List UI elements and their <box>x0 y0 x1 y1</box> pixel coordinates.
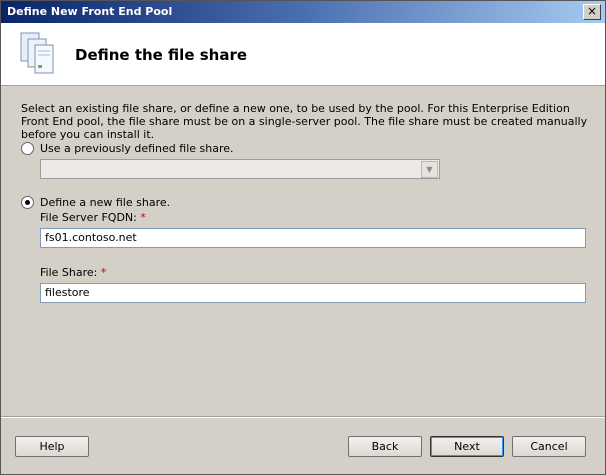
wizard-header: Define the file share <box>1 23 605 86</box>
intro-text: Select an existing file share, or define… <box>21 102 588 141</box>
close-button[interactable]: × <box>583 4 601 20</box>
divider <box>1 416 605 418</box>
chevron-down-icon[interactable]: ▼ <box>421 161 438 178</box>
help-button[interactable]: Help <box>15 436 89 457</box>
share-field[interactable]: filestore <box>40 283 586 303</box>
share-label: File Share: * <box>40 266 107 279</box>
fqdn-field[interactable]: fs01.contoso.net <box>40 228 586 248</box>
file-share-icon <box>20 32 54 74</box>
required-marker: * <box>140 211 146 224</box>
fqdn-label: File Server FQDN: * <box>40 211 146 224</box>
back-button[interactable]: Back <box>348 436 422 457</box>
existing-share-combo[interactable]: ▼ <box>40 159 440 179</box>
existing-share-label: Use a previously defined file share. <box>40 142 234 155</box>
page-title: Define the file share <box>75 46 248 64</box>
next-button[interactable]: Next <box>430 436 504 457</box>
dialog-window: Define New Front End Pool × Define the f… <box>0 0 606 475</box>
title-bar: Define New Front End Pool × <box>1 1 605 23</box>
window-title: Define New Front End Pool <box>7 5 173 18</box>
required-marker: * <box>100 266 107 279</box>
new-share-radio[interactable] <box>21 196 34 209</box>
existing-share-radio[interactable] <box>21 142 34 155</box>
new-share-label: Define a new file share. <box>40 196 171 209</box>
cancel-button[interactable]: Cancel <box>512 436 586 457</box>
